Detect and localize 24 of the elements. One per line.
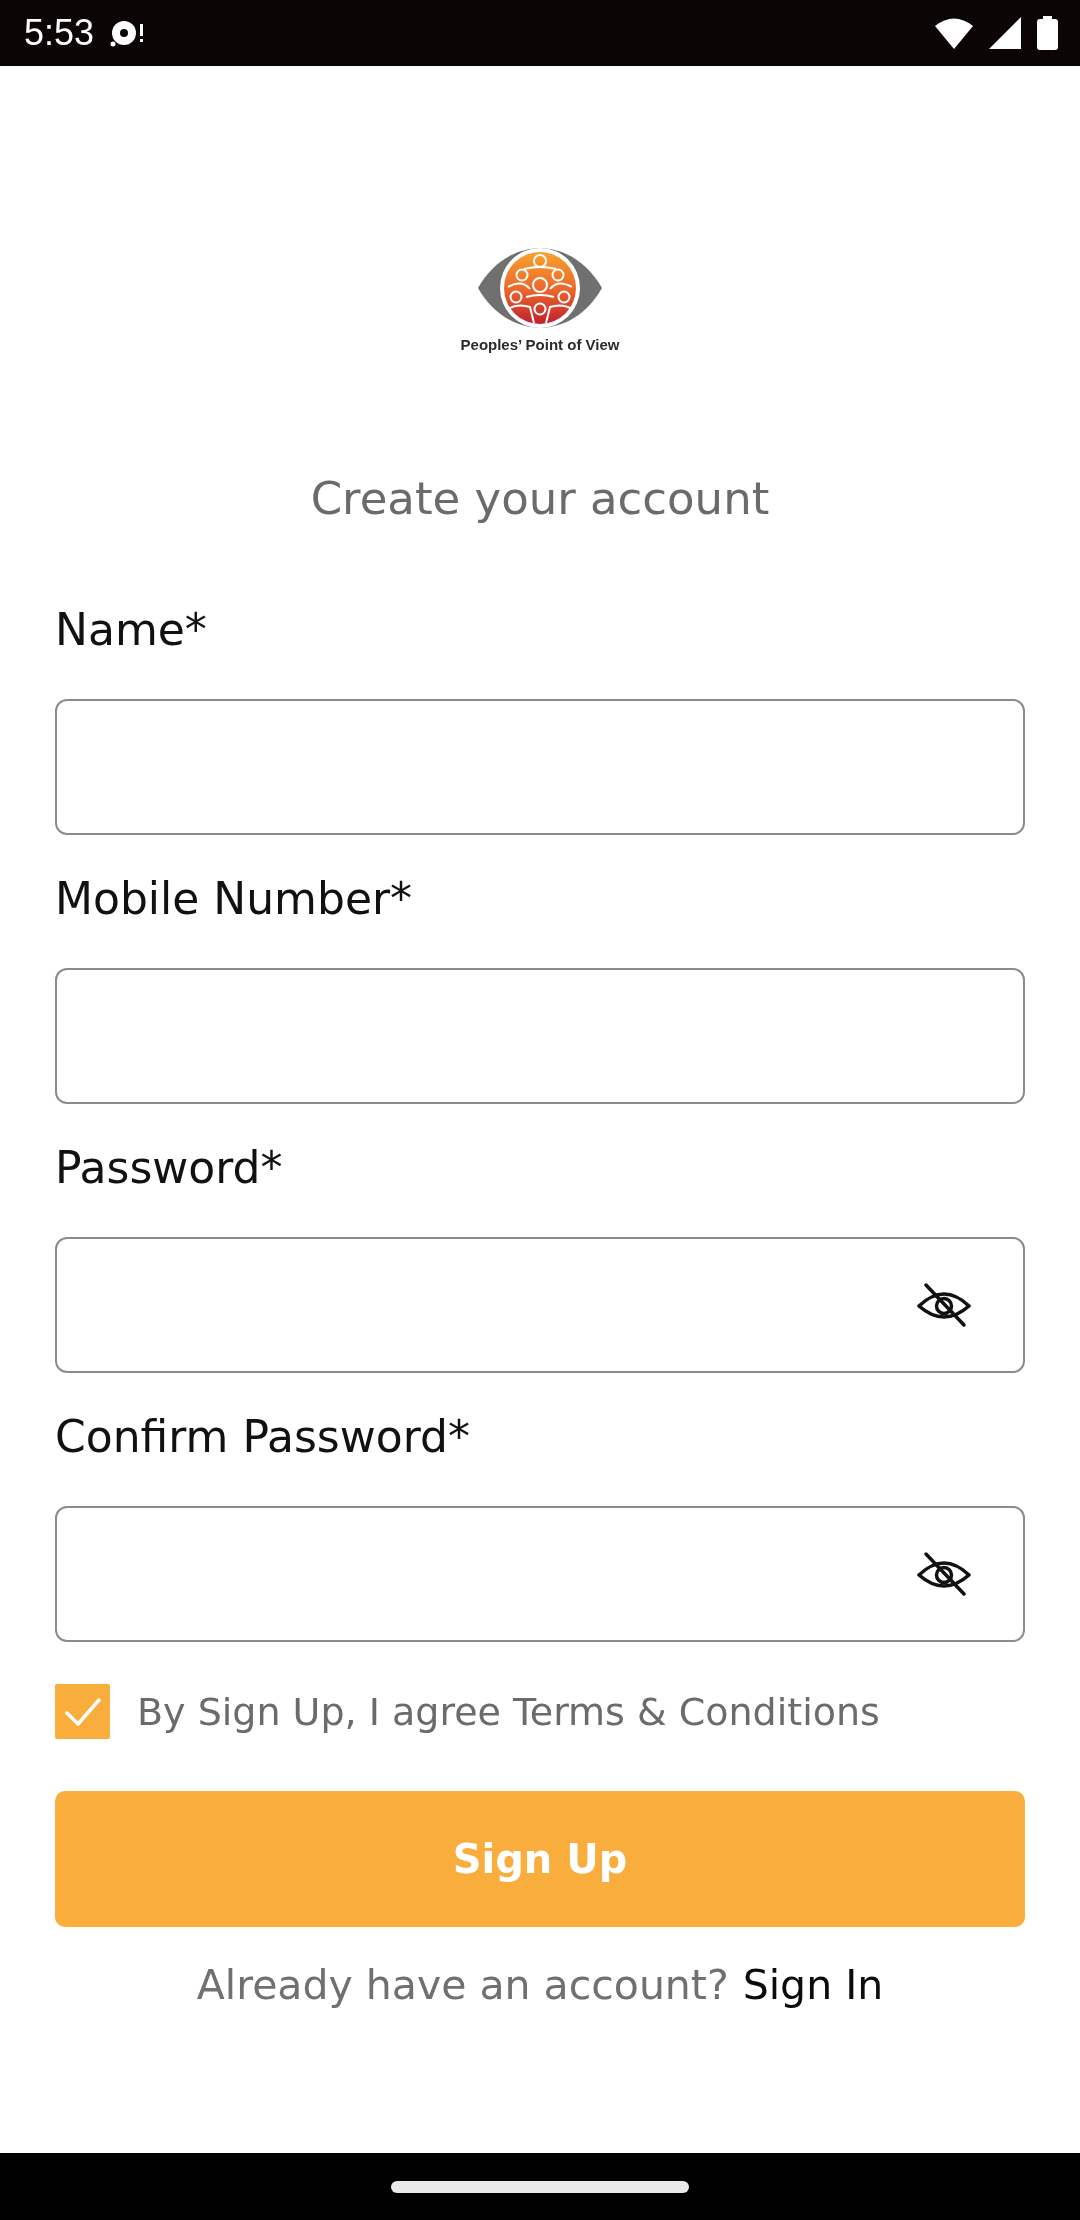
eye-slash-icon[interactable] — [915, 1282, 973, 1328]
field-label: Confirm Password* — [55, 1411, 471, 1463]
text-field[interactable] — [55, 699, 1025, 835]
status-time: 5:53 — [24, 15, 95, 51]
field-label: Password* — [55, 1142, 284, 1194]
text-field[interactable] — [55, 968, 1025, 1104]
field-label: Name* — [55, 604, 208, 656]
battery-icon — [1037, 16, 1058, 50]
eye-logo-icon — [478, 245, 602, 331]
logo-caption: Peoples’ Point of View — [460, 336, 620, 354]
checkmark-icon — [64, 1696, 101, 1727]
field-label: Mobile Number* — [55, 873, 414, 925]
sign-in-prompt: Already have an account? — [196, 1961, 729, 2009]
wifi-icon — [935, 17, 973, 49]
sign-in-link[interactable]: Sign In — [742, 1961, 884, 2009]
eye-slash-icon[interactable] — [915, 1551, 973, 1597]
gesture-handle[interactable] — [391, 2180, 689, 2193]
page-title: Create your account — [309, 472, 771, 526]
password-field[interactable] — [55, 1506, 1025, 1642]
terms-checkbox[interactable] — [55, 1684, 110, 1739]
signal-icon — [989, 17, 1021, 49]
disc-icon — [110, 19, 146, 47]
terms-text: By Sign Up, I agree Terms & Conditions — [137, 1688, 880, 1735]
password-field[interactable] — [55, 1237, 1025, 1373]
